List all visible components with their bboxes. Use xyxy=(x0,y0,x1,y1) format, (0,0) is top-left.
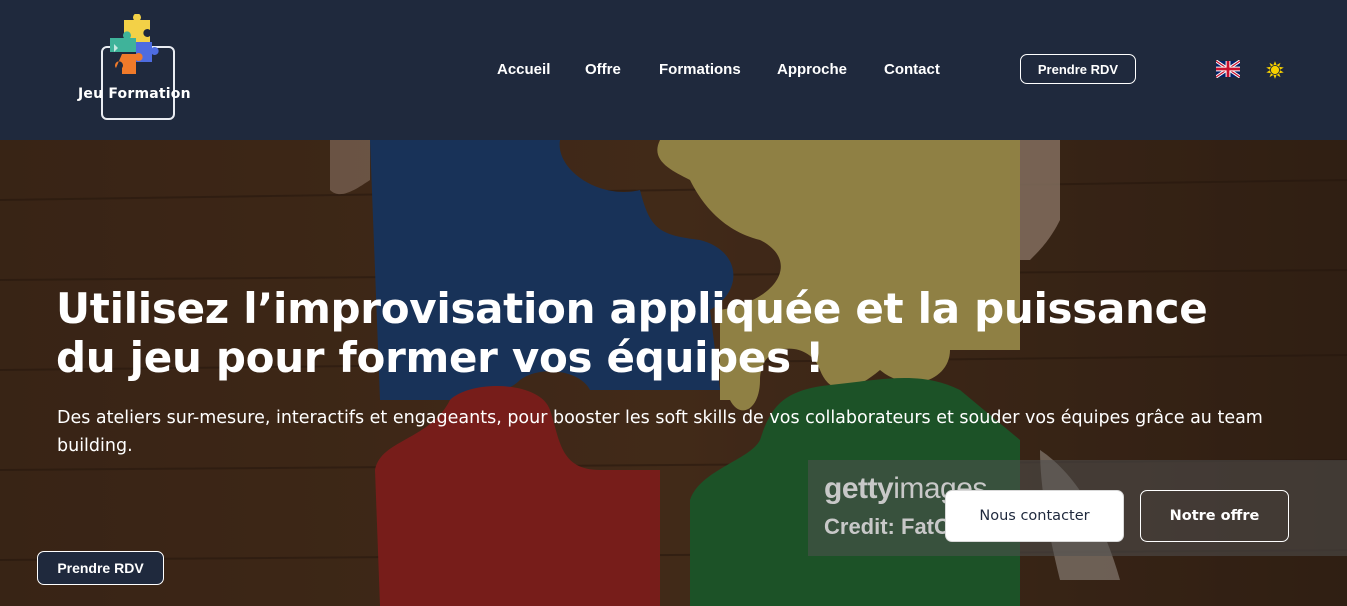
watermark-credit: Credit: FatC xyxy=(824,514,950,539)
hero-title: Utilisez l’improvisation appliquée et la… xyxy=(56,284,1208,382)
logo-text: Jeu Formation xyxy=(78,86,191,102)
floating-rdv-button[interactable]: Prendre RDV xyxy=(37,551,164,585)
site-logo[interactable]: Jeu Formation xyxy=(76,14,204,126)
nav-link-formations[interactable]: Formations xyxy=(659,61,741,78)
hero-subtitle: Des ateliers sur-mesure, interactifs et … xyxy=(57,408,1263,456)
nav-link-approche[interactable]: Approche xyxy=(777,61,847,78)
sun-icon[interactable] xyxy=(1264,59,1286,81)
top-navbar: Jeu Formation Accueil Offre Formations A… xyxy=(0,0,1347,140)
contact-button[interactable]: Nous contacter xyxy=(945,490,1124,542)
header-rdv-button[interactable]: Prendre RDV xyxy=(1020,54,1136,84)
uk-flag-icon[interactable] xyxy=(1216,60,1240,78)
hero-section: Utilisez l’improvisation appliquée et la… xyxy=(0,140,1347,606)
watermark-brand-bold: getty xyxy=(824,472,894,505)
offer-button[interactable]: Notre offre xyxy=(1140,490,1289,542)
nav-link-accueil[interactable]: Accueil xyxy=(497,61,550,78)
nav-link-offre[interactable]: Offre xyxy=(585,61,621,78)
nav-link-contact[interactable]: Contact xyxy=(884,61,940,78)
puzzle-logo-icon xyxy=(110,14,159,74)
